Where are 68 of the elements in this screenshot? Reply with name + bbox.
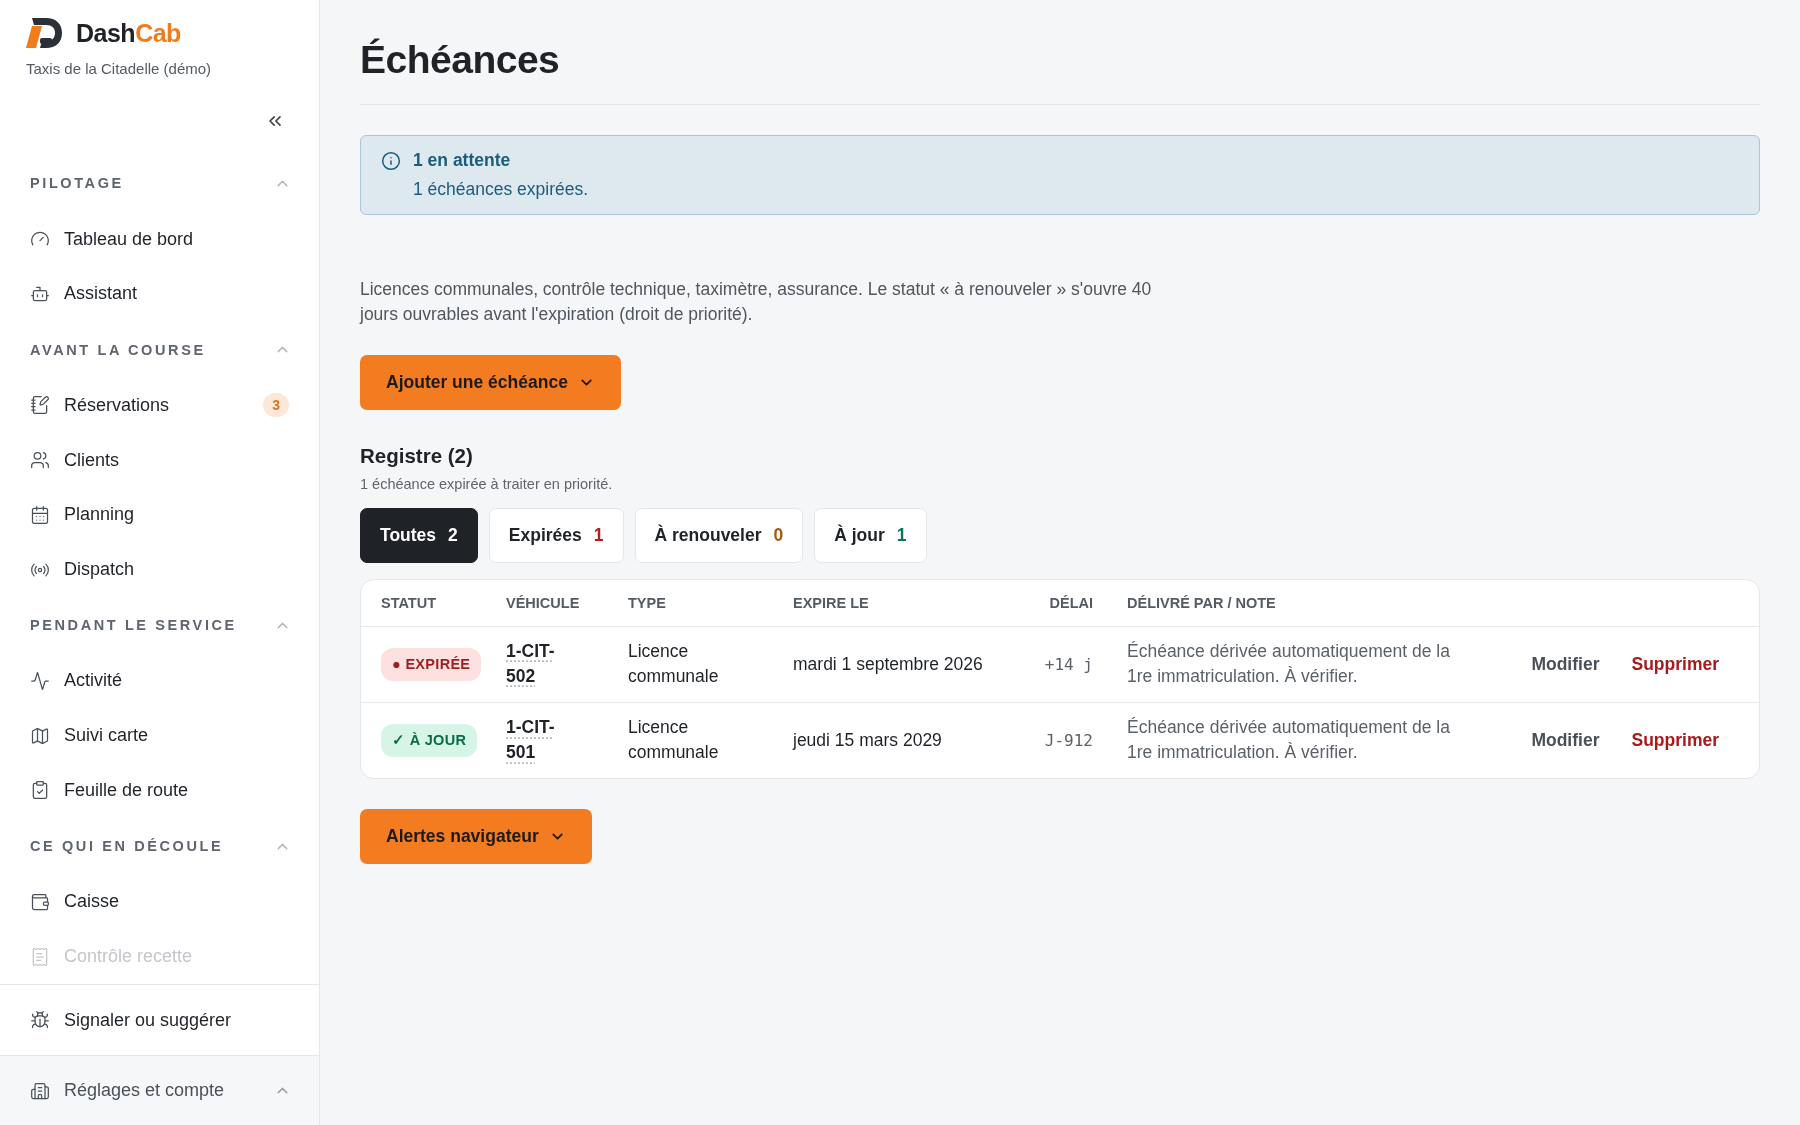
banner-title: 1 en attente [413, 150, 512, 171]
building-icon [30, 1080, 50, 1101]
nav-item[interactable]: Clients [30, 432, 291, 488]
nav-item[interactable]: Dispatch [30, 542, 291, 597]
edit-button[interactable]: Modifier [1531, 729, 1600, 751]
section-subtitle: 1 échéance expirée à traiter en priorité. [360, 476, 613, 492]
edit-button[interactable]: Modifier [1531, 653, 1600, 675]
column-header: STATUT [361, 580, 496, 626]
pulse-icon [30, 671, 50, 691]
column-header: VÉHICULE [496, 580, 618, 626]
brand-name: DashCab [76, 18, 181, 48]
delete-button[interactable]: Supprimer [1631, 729, 1719, 751]
description-text: Licences communales, contrôle technique, taximètre, assurance. Le statut « à renouveler » s'ouvre 40 jours ouvrables avant l'expiration (droit de priorité). [360, 278, 1153, 326]
column-header: EXPIRE LE [783, 580, 1013, 626]
column-header: DÉLIVRÉ PAR / NOTE [1093, 580, 1463, 626]
vehicle-link[interactable]: 1-CIT-502 [506, 639, 562, 689]
section-title: AVANT LA COURSE [30, 341, 206, 358]
column-header: TYPE [618, 580, 783, 626]
table-cell: +14 j [1044, 654, 1093, 674]
column-header: DÉLAI [1013, 580, 1093, 626]
wallet-icon [30, 891, 50, 912]
nav-item[interactable]: Feuille de route [30, 763, 291, 818]
filter-tab[interactable]: À renouveler 0 [634, 508, 804, 563]
receipt-icon [30, 946, 50, 967]
nav-item[interactable]: Tableau de bord [30, 211, 291, 267]
table-cell: mardi 1 septembre 2026 [793, 653, 983, 674]
tab-count: 1 [896, 525, 907, 546]
map-icon [30, 725, 50, 746]
bug-icon [30, 1010, 50, 1030]
vehicle-link[interactable]: 1-CIT-501 [506, 715, 562, 766]
nav-item[interactable]: Caisse [30, 874, 291, 930]
filter-tab[interactable]: À jour 1 [814, 508, 927, 563]
nav-item[interactable]: Assistant [30, 266, 291, 322]
settings-menu[interactable]: Réglages et compte [0, 1055, 319, 1125]
section-title: PILOTAGE [30, 175, 124, 192]
table-cell: Licence communale [628, 641, 719, 686]
table-cell: J-912 [1044, 730, 1093, 750]
section-title: PENDANT LE SERVICE [30, 617, 237, 634]
table-cell: jeudi 15 mars 2029 [793, 729, 942, 750]
tab-count: 1 [593, 525, 604, 546]
info-icon [381, 151, 401, 171]
table-cell: Licence communale [628, 717, 719, 763]
browser-alerts-button[interactable]: Alertes navigateur [360, 809, 592, 864]
nav-item[interactable]: Planning [30, 487, 291, 543]
nav-item[interactable]: Réservations 3 [30, 377, 291, 433]
table-cell: Échéance dérivée automatiquement de la 1re immatriculation. À vérifier. [1127, 717, 1450, 763]
clipboard-icon [30, 780, 50, 801]
page-title: Échéances [360, 38, 560, 82]
calendar-icon [30, 504, 50, 525]
filter-tab[interactable]: Toutes 2 [360, 508, 478, 563]
tab-count: 2 [448, 525, 458, 546]
section-title: CE QUI EN DÉCOULE [30, 838, 224, 855]
status-badge: ● EXPIRÉE [381, 647, 482, 681]
tab-count: 0 [773, 525, 784, 546]
notebook-icon [30, 395, 50, 416]
add-deadline-button[interactable]: Ajouter une échéance [360, 355, 621, 410]
nav-item[interactable]: Activité [30, 653, 291, 709]
status-badge: ✓ À JOUR [381, 723, 478, 757]
logo-icon [26, 16, 64, 50]
organization-name: Taxis de la Citadelle (démo) [26, 60, 213, 77]
banner-message: 1 échéances expirées. [413, 179, 589, 200]
delete-button[interactable]: Supprimer [1631, 653, 1719, 675]
nav-item[interactable]: Suivi carte [30, 708, 291, 764]
filter-tab[interactable]: Expirées 1 [488, 508, 624, 563]
count-badge: 3 [263, 393, 289, 418]
table-cell: Échéance dérivée automatiquement de la 1re immatriculation. À vérifier. [1127, 641, 1450, 686]
section-heading: Registre (2) [360, 444, 473, 468]
users-icon [30, 450, 50, 471]
